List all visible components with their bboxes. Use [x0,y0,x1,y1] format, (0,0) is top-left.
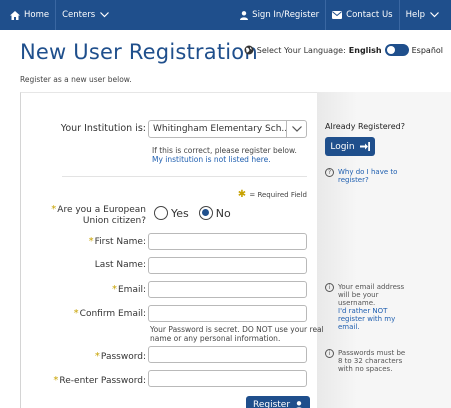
password-help-2: 8 to 32 characters [338,357,403,365]
chevron-down-icon [291,126,302,132]
required-star-icon: * [51,204,57,215]
email-help-1: Your email address [338,283,405,291]
why-register-1: Why do I have to [338,168,398,176]
divider [62,176,307,177]
user-icon [240,10,249,20]
email-help-3: username. [338,299,376,307]
eu-citizen-label: *Are you a European Union citizen? [51,204,146,227]
info-icon: i [325,283,334,292]
password-note-line1: Your Password is secret. DO NOT use your… [150,325,324,334]
sign-in-icon [359,142,370,151]
envelope-icon [332,11,343,19]
page-title: New User Registration [20,40,258,64]
email-label-text: Email: [117,285,146,295]
first-name-label: *First Name: [89,236,146,247]
nav-sign-in[interactable]: Sign In/Register [234,0,325,30]
eu-no-label[interactable]: No [216,207,231,220]
email-label: *Email: [112,284,146,295]
nav-home[interactable]: Home [0,0,55,30]
password-label: *Password: [95,351,146,362]
password-help: i Passwords must be 8 to 32 characters w… [325,349,405,373]
password-label-text: Password: [100,352,146,362]
select-arrow[interactable] [286,121,306,137]
nav-help-label: Help [405,10,425,20]
question-icon: ? [325,168,334,177]
institution-select[interactable]: Whitingham Elementary Sch... [148,120,307,138]
eu-no-radio[interactable] [198,206,213,220]
nav-help[interactable]: Help [400,0,451,30]
email-help-6[interactable]: email. [338,323,360,331]
required-star-icon: ✱ [237,189,247,200]
language-toggle[interactable] [384,44,409,56]
language-english[interactable]: English [349,46,382,55]
institution-note: If this is correct, please register belo… [152,146,297,155]
password-input[interactable] [148,346,307,363]
nav-home-label: Home [24,10,50,20]
email-input[interactable] [148,281,307,298]
reenter-password-label: *Re-enter Password: [53,375,146,386]
eu-yes-radio[interactable] [154,206,168,220]
email-help-4[interactable]: I'd rather NOT [338,307,387,315]
chevron-down-icon [100,12,110,18]
required-star-icon: * [73,308,79,319]
top-nav: Home Centers Sign In/Register Contact Us… [0,0,451,30]
nav-centers-label: Centers [62,10,96,20]
globe-icon [244,45,254,55]
confirm-email-input[interactable] [148,305,307,322]
password-help-1: Passwords must be [338,349,406,357]
required-star-icon: * [53,375,59,386]
institution-value: Whitingham Elementary Sch... [153,124,286,134]
why-register-help[interactable]: ? Why do I have to register? [325,168,397,184]
language-selector: Select Your Language: English Español [244,44,443,56]
already-registered-heading: Already Registered? [325,122,405,131]
register-button[interactable]: Register [246,396,310,408]
password-note: Your Password is secret. DO NOT use your… [150,325,324,343]
email-help-2: will be your [338,291,379,299]
nav-contact[interactable]: Contact Us [326,0,398,30]
confirm-email-label-text: Confirm Email: [79,309,146,319]
nav-sign-in-label: Sign In/Register [252,10,320,20]
password-note-line2: name or any personal information. [150,334,281,343]
info-icon: i [325,349,334,358]
language-label: Select Your Language: [256,45,346,55]
eu-yes-label[interactable]: Yes [171,207,189,220]
why-register-2: register? [338,176,369,184]
chevron-down-icon [430,12,439,18]
email-help: i Your email address will be your userna… [325,283,404,331]
eu-radio-group: Yes No [154,206,231,220]
nav-centers[interactable]: Centers [56,0,119,30]
home-icon [10,10,20,20]
reenter-password-input[interactable] [148,370,307,387]
required-star-icon: * [88,236,94,247]
user-icon [295,400,303,408]
required-legend-text: = Required Field [249,191,307,199]
login-button-label: Login [330,141,355,152]
confirm-email-label: *Confirm Email: [74,308,146,319]
last-name-label: Last Name: [94,260,146,270]
required-star-icon: * [111,284,117,295]
institution-not-listed-link[interactable]: My institution is not listed here. [152,155,271,164]
nav-contact-label: Contact Us [346,10,393,20]
eu-label-line1: Are you a European [57,205,146,215]
required-legend: ✱ = Required Field [238,189,307,200]
password-help-3: with no spaces. [338,365,393,373]
first-name-label-text: First Name: [94,237,146,247]
login-button[interactable]: Login [325,137,375,156]
email-help-5[interactable]: register with my [338,315,395,323]
first-name-input[interactable] [148,233,307,250]
reenter-password-label-text: Re-enter Password: [59,376,146,386]
page-subtitle: Register as a new user below. [20,75,132,84]
language-spanish[interactable]: Español [412,46,443,55]
register-button-label: Register [252,400,291,408]
required-star-icon: * [94,351,100,362]
last-name-input[interactable] [148,257,307,274]
eu-label-line2: Union citizen? [82,216,146,226]
institution-label: Your Institution is: [60,123,146,134]
